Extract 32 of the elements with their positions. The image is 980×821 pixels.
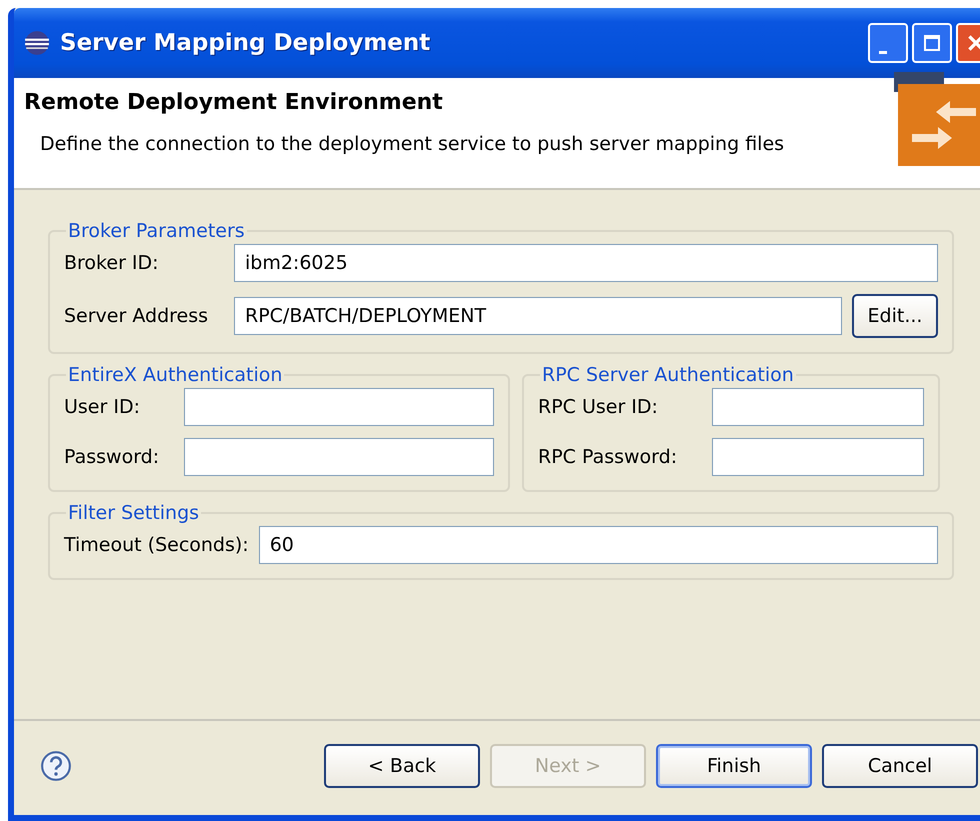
input-field[interactable]: [184, 388, 494, 426]
maximize-icon: [922, 33, 942, 53]
input-field[interactable]: [712, 438, 924, 476]
minimize-button[interactable]: [868, 23, 908, 63]
globe-icon: [24, 30, 50, 56]
field-label: User ID:: [64, 396, 141, 418]
input-field[interactable]: [712, 388, 924, 426]
field-label: RPC Password:: [538, 446, 678, 468]
field-label: Password:: [64, 446, 160, 468]
maximize-button[interactable]: [912, 23, 952, 63]
input-field[interactable]: RPC/BATCH/DEPLOYMENT: [234, 297, 842, 335]
window-title: Server Mapping Deployment: [60, 30, 430, 56]
page-description: Define the connection to the deployment service to push server mapping files: [40, 133, 786, 155]
minimize-icon: [879, 50, 887, 54]
field-label: RPC User ID:: [538, 396, 659, 418]
input-field[interactable]: 60: [258, 526, 938, 564]
field-label: Timeout (Seconds):: [64, 534, 249, 556]
page-title: Remote Deployment Environment: [24, 90, 444, 115]
input-field[interactable]: [184, 438, 494, 476]
group-title: Broker Parameters: [67, 220, 246, 242]
arrows-icon: [894, 72, 980, 166]
dialog-button[interactable]: Finish: [656, 744, 812, 788]
group-title: RPC Server Authentication: [541, 364, 795, 386]
dialog-button[interactable]: Cancel: [822, 744, 978, 788]
field-label: Broker ID:: [64, 252, 160, 274]
group-title: Filter Settings: [67, 502, 200, 524]
input-field[interactable]: ibm2:6025: [234, 244, 938, 282]
group-title: EntireX Authentication: [67, 364, 284, 386]
field-label: Server Address: [64, 305, 210, 327]
dialog-button[interactable]: < Back: [324, 744, 480, 788]
help-icon[interactable]: [40, 750, 72, 782]
edit-button[interactable]: Edit...: [852, 294, 938, 338]
